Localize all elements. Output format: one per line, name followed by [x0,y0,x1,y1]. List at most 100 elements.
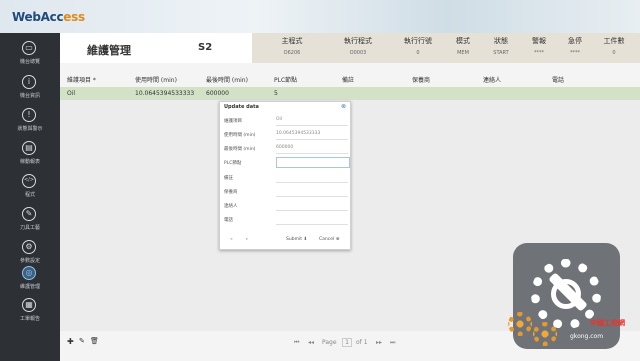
plc-node-input[interactable] [276,157,350,168]
tool-icon: ✎ [22,207,36,221]
dialog-title: Update data [224,104,259,110]
chart-icon: ▤ [22,141,36,155]
sidebar-item-reports[interactable]: ▤ 稼動報表 [0,139,60,169]
add-icon[interactable]: ✚ [67,337,74,346]
sidebar-item-alerts[interactable]: ! 狀態與警示 [0,106,60,136]
status-state: 狀態 START [493,37,509,56]
notes-input[interactable] [276,172,348,183]
sidebar-item-label: 維護管理 [19,284,40,290]
maintenance-item-input[interactable]: Oil [276,115,348,126]
update-data-dialog: Update data ⊗ 維護項目 Oil 使用時間 (min) 10.064… [219,101,351,250]
next-record-icon[interactable]: ▸ [246,237,248,242]
watermark-text: gkong.com [570,333,604,340]
status-mode: 模式 MEM [456,37,470,56]
field-notes: 備註 [224,172,348,184]
sidebar-item-label: 稼動報表 [19,159,40,165]
sidebar-item-work-report[interactable]: ▦ 工單報告 [0,296,60,326]
field-usage-time: 使用時間 (min) 10.0645394533333 [224,129,348,141]
top-banner: WebAccess [0,0,640,33]
page-title: 維護管理 [87,44,131,57]
gear-icon [508,312,532,336]
table-cell: 10.0645394533333 [135,90,195,97]
dialog-footer: ◂ ▸ Submit ⬇ Cancel ⊗ [220,236,350,246]
alert-icon: ! [22,108,36,122]
field-label: 使用時間 (min) [224,133,256,138]
sidebar-item-label: 程式 [24,192,35,198]
submit-button[interactable]: Submit ⬇ [286,237,307,242]
info-icon: i [22,75,36,89]
field-label: PLC節點 [224,161,242,166]
watermark-brand: 中國工控網 [590,319,625,327]
phone-input[interactable] [276,214,348,225]
delete-icon[interactable]: 🗑 [90,337,99,345]
field-last-time: 最後時間 (min) 600000 [224,143,348,155]
column-header[interactable]: 連絡人 [483,75,501,84]
webaccess-logo: WebAccess [12,10,85,24]
sidebar-item-tools[interactable]: ✎ 刀具工藝 [0,205,60,235]
column-header[interactable]: 保養商 [412,75,430,84]
page-number-input[interactable]: 1 [342,338,352,347]
last-time-input[interactable]: 600000 [276,143,348,154]
table-cell: 600000 [206,90,229,97]
gear-icon [533,322,557,346]
field-label: 保養商 [224,190,238,195]
sidebar-item-label: 工單報告 [19,316,40,322]
field-label: 備註 [224,176,233,181]
machine-status-bar: 主程式 O6206 執行程式 O0003 執行行號 0 模式 MEM 狀態 START 警… [252,33,640,63]
prev-page-icon[interactable]: ◂◂ [308,339,314,346]
status-emergency-stop: 急停 **** [568,37,582,56]
field-vendor: 保養商 [224,186,348,198]
sidebar-item-maintenance[interactable]: ◎ 維護管理 [0,264,60,294]
column-header[interactable]: 維護項目 * [67,75,96,84]
field-phone: 電話 [224,214,348,226]
sidebar-item-label: 狀態與警示 [17,126,43,132]
cancel-icon: ⊗ [335,237,340,242]
edit-icon[interactable]: ✎ [79,337,85,345]
maintenance-icon: ◎ [22,266,36,280]
status-main-program: 主程式 O6206 [281,37,303,56]
cancel-button[interactable]: Cancel ⊗ [319,237,339,242]
status-alarm: 警報 **** [532,37,546,56]
code-icon: </> [22,174,36,188]
status-running-program: 執行程式 O0003 [344,37,372,56]
field-contact: 連絡人 [224,200,348,212]
table-cell: 5 [274,90,278,97]
watermark-logo [513,243,620,349]
prev-record-icon[interactable]: ◂ [230,237,232,242]
page-label: Page [322,339,337,346]
first-page-icon[interactable]: ⏮ [294,339,299,347]
field-plc-node: PLC節點 [224,157,350,169]
save-icon: ⬇ [303,237,308,242]
vendor-input[interactable] [276,186,348,197]
column-header[interactable]: 最後時間 (min) [206,75,248,84]
field-label: 維護項目 [224,119,242,124]
close-icon[interactable]: ⊗ [341,103,346,110]
app-window: WebAccess ▭ 機台總覽 i 機台資訊 ! 狀態與警示 ▤ 稼動報表 <… [0,0,640,361]
table-cell: Oil [67,90,76,97]
sidebar-item-program[interactable]: </> 程式 [0,172,60,202]
machine-name: S2 [198,42,213,53]
field-maintenance-item: 維護項目 Oil [224,115,348,127]
sidebar-item-info[interactable]: i 機台資訊 [0,73,60,103]
sidebar-item-label: 機台總覽 [19,59,40,65]
sidebar-item-label: 機台資訊 [19,93,40,99]
table-header: 維護項目 * 使用時間 (min) 最後時間 (min) PLC節點 備註 保養… [60,73,640,85]
last-page-icon[interactable]: ⏭ [390,339,395,347]
usage-time-input[interactable]: 10.0645394533333 [276,129,348,140]
sidebar-item-label: 刀具工藝 [19,225,40,231]
column-header[interactable]: PLC節點 [274,75,297,84]
settings-icon: ⚙ [22,240,36,254]
next-page-icon[interactable]: ▸▸ [376,339,382,346]
column-header[interactable]: 備註 [342,75,354,84]
field-label: 電話 [224,218,233,223]
column-header[interactable]: 使用時間 (min) [135,75,177,84]
column-header[interactable]: 電話 [552,75,564,84]
report-icon: ▦ [22,298,36,312]
field-label: 連絡人 [224,204,238,209]
contact-input[interactable] [276,200,348,211]
field-label: 最後時間 (min) [224,147,256,152]
page-header: 維護管理 S2 主程式 O6206 執行程式 O0003 執行行號 0 模式 MEM 狀… [60,33,640,63]
sidebar-item-overview[interactable]: ▭ 機台總覽 [0,39,60,69]
sidebar: ▭ 機台總覽 i 機台資訊 ! 狀態與警示 ▤ 稼動報表 </> 程式 ✎ 刀具… [0,33,60,361]
status-line-number: 執行行號 0 [404,37,432,56]
